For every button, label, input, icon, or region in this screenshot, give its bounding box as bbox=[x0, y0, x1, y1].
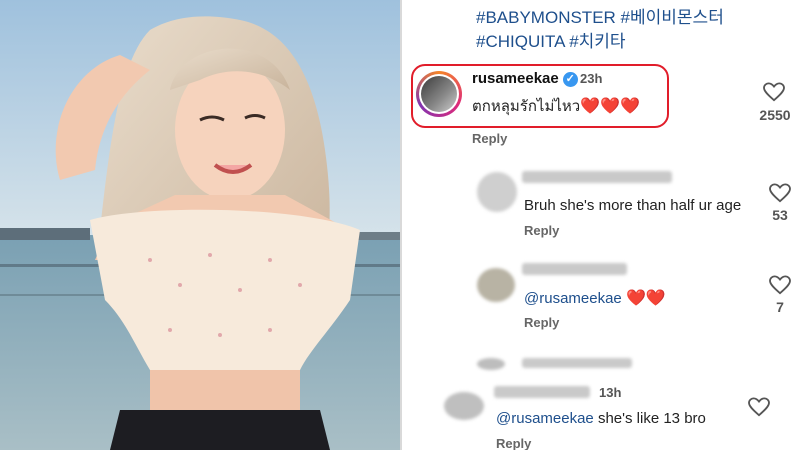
like-count: 2550 bbox=[759, 107, 791, 123]
heart-emoji: ❤️❤️❤️ bbox=[580, 98, 640, 115]
heart-emoji: ❤️❤️ bbox=[625, 290, 666, 307]
comment-text: @rusameekae ❤️❤️ bbox=[524, 288, 666, 308]
comment-text: Bruh she's more than half ur age bbox=[524, 197, 742, 214]
comment-text: ตกหลุมรักไม่ไหว❤️❤️❤️ bbox=[472, 98, 640, 115]
avatar[interactable] bbox=[477, 268, 515, 302]
verified-badge-icon: ✓ bbox=[562, 71, 578, 87]
reply-button[interactable]: Reply bbox=[496, 436, 531, 450]
avatar[interactable] bbox=[444, 392, 484, 420]
comment-time: 23h bbox=[580, 71, 603, 86]
mention-link[interactable]: @rusameekae bbox=[524, 290, 622, 307]
comments-panel[interactable]: #BABYMONSTER #베이비몬스터 #CHIQUITA #치키타 rusa… bbox=[402, 0, 800, 450]
comment-text: @rusameekae she's like 13 bro bbox=[496, 410, 706, 427]
hidden-username bbox=[522, 358, 632, 368]
reply-button[interactable]: Reply bbox=[524, 223, 559, 238]
like-count: 7 bbox=[776, 299, 784, 315]
comment-username[interactable]: rusameekae ✓ bbox=[472, 70, 578, 87]
avatar[interactable] bbox=[477, 172, 517, 212]
like-heart-icon[interactable] bbox=[769, 183, 791, 203]
like-heart-icon[interactable] bbox=[748, 397, 770, 417]
hashtag-line[interactable]: #BABYMONSTER #베이비몬스터 bbox=[476, 6, 724, 30]
avatar[interactable] bbox=[477, 358, 505, 370]
comment-username[interactable] bbox=[522, 171, 672, 183]
avatar[interactable] bbox=[416, 71, 462, 117]
comment-username[interactable] bbox=[494, 386, 590, 398]
hashtag-line[interactable]: #CHIQUITA #치키타 bbox=[476, 30, 724, 54]
mention-link[interactable]: @rusameekae bbox=[496, 410, 594, 427]
post-hashtags: #BABYMONSTER #베이비몬스터 #CHIQUITA #치키타 bbox=[476, 6, 724, 54]
like-heart-icon[interactable] bbox=[769, 275, 791, 295]
reply-button[interactable]: Reply bbox=[472, 131, 507, 146]
comment-username[interactable] bbox=[522, 263, 627, 275]
like-heart-icon[interactable] bbox=[763, 82, 785, 102]
reply-button[interactable]: Reply bbox=[524, 315, 559, 330]
comment-time: 13h bbox=[599, 385, 622, 400]
post-photo bbox=[0, 0, 400, 450]
like-count: 53 bbox=[772, 207, 788, 223]
